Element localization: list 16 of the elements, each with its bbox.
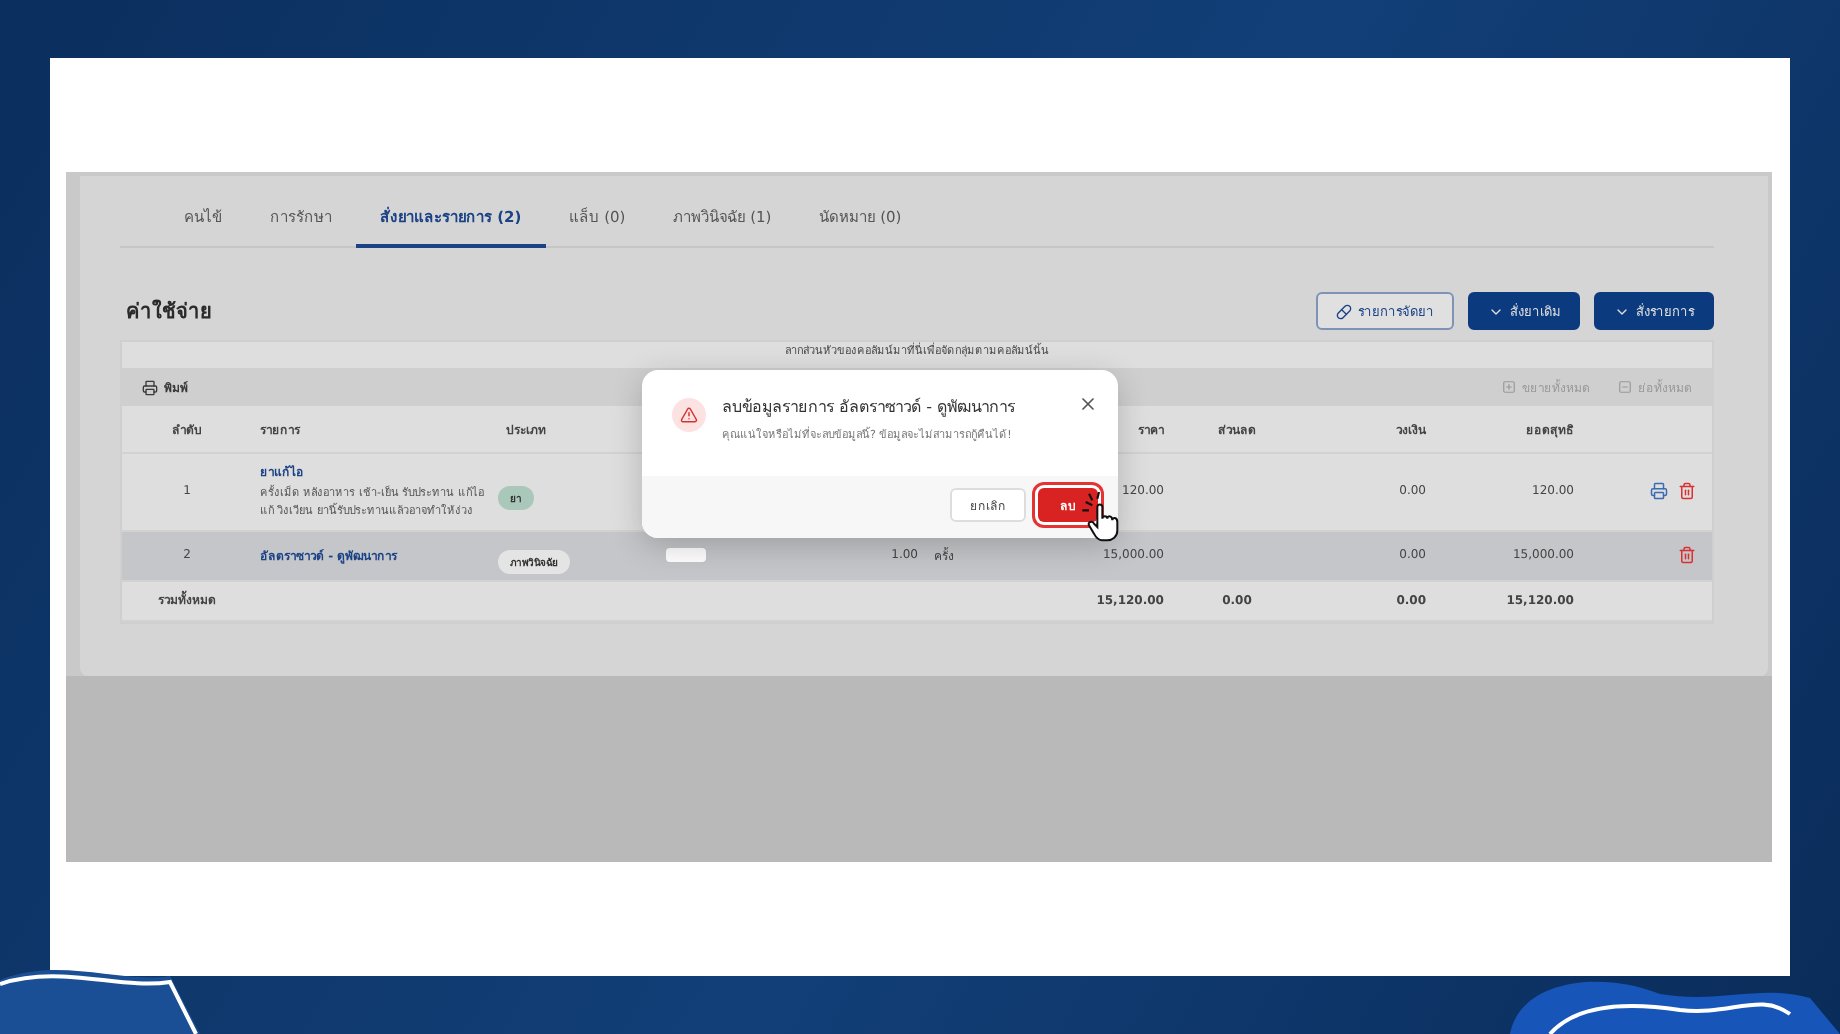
dialog-title: ลบข้อมูลรายการ อัลตราซาวด์ - ดูพัฒนาการ [722,395,1018,420]
printer-icon [1650,482,1668,501]
print-button[interactable] [1650,482,1668,501]
delete-button[interactable] [1678,546,1696,565]
trash-icon [1678,546,1696,565]
minus-square-icon [1618,380,1632,395]
printer-icon [142,379,158,396]
plus-square-icon [1502,380,1516,395]
pill-icon [1336,303,1352,319]
trash-icon [1678,482,1696,501]
close-icon [1078,394,1098,414]
delete-button[interactable] [1678,482,1696,501]
close-button[interactable] [1078,394,1098,414]
input-field[interactable] [666,548,706,563]
section-title: ค่าใช้จ่าย [126,297,212,326]
warning-icon [672,398,706,432]
